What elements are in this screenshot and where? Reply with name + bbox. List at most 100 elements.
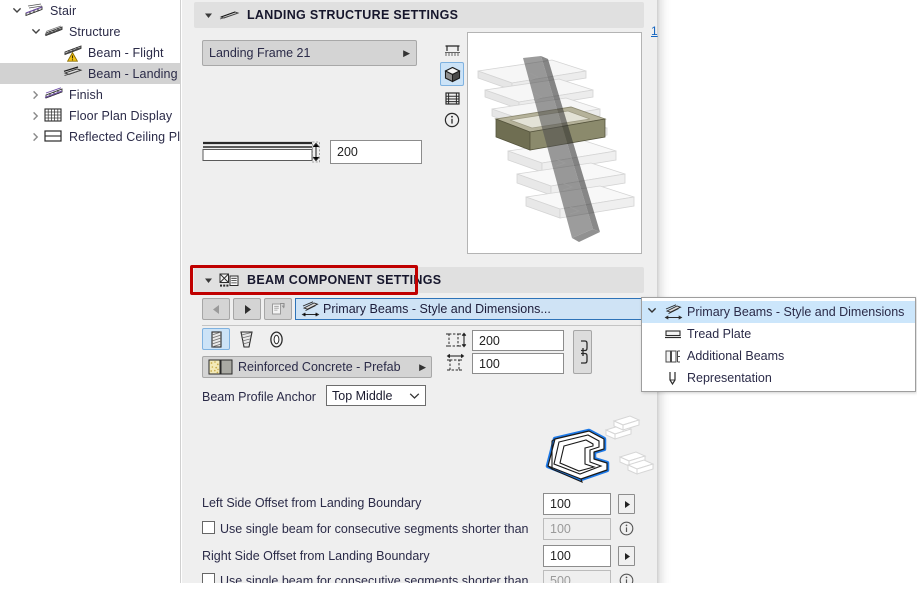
settings-pane: LANDING STRUCTURE SETTINGS Landing Frame… — [182, 0, 657, 589]
tree-item-floor-plan-display[interactable]: Floor Plan Display — [0, 105, 180, 126]
beam-page-flyout-menu[interactable]: Primary Beams - Style and Dimensions Trea… — [641, 297, 916, 392]
single-beam-length-value-left: 100 — [550, 522, 571, 536]
chevron-right-icon[interactable] — [27, 111, 44, 121]
beam-width-value: 100 — [479, 356, 500, 371]
tree-item-finish[interactable]: Finish — [0, 84, 180, 105]
beam-page-combo[interactable]: Primary Beams - Style and Dimensions... … — [295, 298, 657, 320]
tapered-beam-icon[interactable] — [232, 328, 260, 350]
landing-thickness-field[interactable]: 200 — [330, 140, 422, 164]
flyout-item-label: Additional Beams — [687, 349, 785, 363]
floor-plan-view-icon[interactable] — [440, 38, 464, 62]
tree-item-label: Finish — [69, 87, 103, 102]
additional-beams-icon — [661, 349, 685, 364]
beam-width-field[interactable]: 100 — [472, 353, 564, 374]
beam-profile-anchor-value: Top Middle — [332, 388, 393, 403]
bottom-strip — [0, 583, 917, 589]
beam-width-dimension-icon — [444, 353, 468, 373]
chevron-down-icon — [409, 389, 420, 403]
beam-profile-anchor-label: Beam Profile Anchor — [202, 390, 316, 404]
panel-edge-shadow — [657, 0, 671, 589]
beam-material-combo[interactable]: Reinforced Concrete - Prefab ▶ — [202, 356, 432, 378]
flyout-item-label: Tread Plate — [687, 327, 752, 341]
3d-view-icon[interactable] — [440, 62, 464, 86]
flyout-item-label: Representation — [687, 371, 772, 385]
beam-landing-icon — [219, 6, 241, 24]
landing-thickness-graphic — [202, 138, 320, 166]
left-offset-value: 100 — [550, 497, 571, 511]
chevron-right-icon: ▶ — [419, 361, 426, 372]
component-tree-panel[interactable]: Stair Structure Beam - Flight Beam - Landin… — [0, 0, 181, 589]
beam-flight-icon — [63, 44, 85, 62]
previous-page-button[interactable] — [202, 298, 230, 320]
tree-item-structure[interactable]: Structure — [0, 21, 180, 42]
single-beam-checkbox-left[interactable] — [202, 521, 215, 534]
beam-height-value: 200 — [479, 333, 500, 348]
tree-item-label: Beam - Flight — [88, 45, 164, 60]
beam-component-settings-header[interactable]: BEAM COMPONENT SETTINGS — [194, 267, 644, 293]
tree-item-label: Structure — [69, 24, 121, 39]
chevron-down-icon[interactable] — [27, 27, 44, 36]
rectangular-beam-icon[interactable] — [202, 328, 230, 350]
landing-structure-settings-header[interactable]: LANDING STRUCTURE SETTINGS — [194, 2, 644, 28]
flyout-item-primary-beams-style-and-dimensions[interactable]: Primary Beams - Style and Dimensions — [642, 301, 915, 323]
left-offset-spinner[interactable] — [618, 494, 635, 514]
info-icon[interactable] — [619, 521, 634, 536]
beam-material-value: Reinforced Concrete - Prefab — [238, 360, 401, 374]
material-swatch-icon — [208, 359, 238, 375]
chevron-right-icon[interactable] — [27, 132, 44, 142]
stair-3d-preview[interactable] — [467, 32, 642, 254]
single-beam-label-left: Use single beam for consecutive segments… — [220, 522, 529, 536]
structure-icon — [44, 23, 66, 41]
chevron-down-icon[interactable] — [8, 6, 25, 15]
tree-item-beam-landing[interactable]: Beam - Landing — [0, 63, 180, 84]
beam-page-value: Primary Beams - Style and Dimensions... — [323, 302, 551, 316]
tree-item-reflected-ceiling-plan[interactable]: Reflected Ceiling Plan — [0, 126, 180, 147]
primary-beams-icon — [301, 301, 323, 317]
landing-frame-value: Landing Frame 21 — [209, 46, 311, 60]
left-offset-field[interactable]: 100 — [543, 493, 611, 515]
section-view-icon[interactable] — [440, 86, 464, 110]
flyout-item-label: Primary Beams - Style and Dimensions — [687, 305, 905, 319]
right-offset-spinner[interactable] — [618, 546, 635, 566]
info-icon[interactable] — [440, 108, 464, 132]
tread-plate-icon — [661, 327, 685, 341]
right-offset-label: Right Side Offset from Landing Boundary — [202, 549, 430, 563]
landing-structure-settings-title: LANDING STRUCTURE SETTINGS — [247, 8, 459, 22]
next-page-button[interactable] — [233, 298, 261, 320]
tree-item-label: Floor Plan Display — [69, 108, 173, 123]
tree-item-beam-flight[interactable]: Beam - Flight — [0, 42, 180, 63]
tree-item-label: Reflected Ceiling Plan — [69, 129, 181, 144]
beam-component-icon — [219, 271, 241, 289]
tree-item-label: Stair — [50, 3, 77, 18]
round-beam-icon[interactable] — [262, 328, 290, 350]
landing-thickness-value: 200 — [337, 145, 358, 159]
reflected-ceiling-plan-icon — [44, 128, 66, 146]
chevron-right-icon[interactable] — [27, 90, 44, 100]
collapse-triangle-icon[interactable] — [202, 9, 215, 22]
flyout-item-representation[interactable]: Representation — [642, 367, 915, 389]
beam-anchor-graphic — [534, 412, 657, 492]
page-background — [669, 0, 917, 589]
collapse-triangle-icon[interactable] — [202, 274, 215, 287]
stair-icon — [25, 2, 47, 20]
primary-beams-icon — [661, 303, 685, 321]
beam-profile-anchor-select[interactable]: Top Middle — [326, 385, 426, 406]
chevron-down-icon[interactable] — [642, 306, 661, 318]
copy-settings-icon[interactable] — [264, 298, 292, 320]
flyout-item-additional-beams[interactable]: Additional Beams — [642, 345, 915, 367]
beam-component-settings-title: BEAM COMPONENT SETTINGS — [247, 273, 442, 287]
right-offset-field[interactable]: 100 — [543, 545, 611, 567]
chain-link-icon[interactable] — [573, 330, 592, 374]
partial-link-text[interactable]: 1 — [651, 24, 658, 38]
chevron-right-icon: ▶ — [403, 47, 410, 58]
floor-plan-display-icon — [44, 107, 66, 125]
beam-landing-icon — [63, 65, 85, 83]
right-offset-value: 100 — [550, 549, 571, 563]
tree-item-stair[interactable]: Stair — [0, 0, 180, 21]
single-beam-length-field-left[interactable]: 100 — [543, 518, 611, 540]
beam-height-field[interactable]: 200 — [472, 330, 564, 351]
landing-frame-combo[interactable]: Landing Frame 21 ▶ — [202, 40, 417, 66]
flyout-item-tread-plate[interactable]: Tread Plate — [642, 323, 915, 345]
finish-icon — [44, 86, 66, 104]
tree-item-label: Beam - Landing — [88, 66, 178, 81]
